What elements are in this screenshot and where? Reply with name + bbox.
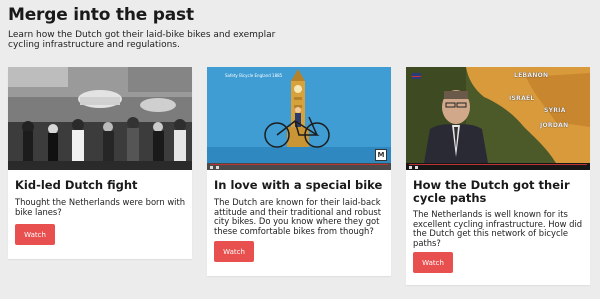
watch-button[interactable]: Watch [214,241,254,262]
poster-caption: Safety Bicycle England 1885 [225,73,283,78]
map-label: LEBANON [514,72,549,79]
watch-button[interactable]: Watch [413,252,453,273]
video-card-kid-led-dutch-fight: Kid-led Dutch fight Thought the Netherla… [8,67,192,259]
video-card-in-love-with-a-special-bike: Safety Bicycle England 1885 M In love wi… [207,67,391,276]
map-label: ISRAEL [509,95,535,102]
section-title: Merge into the past [8,5,194,25]
map-label: JORDAN [540,122,569,129]
card-title: How the Dutch got their cycle paths [413,178,570,205]
watch-button[interactable]: Watch [15,224,55,245]
video-thumbnail[interactable]: LEBANON ISRAEL SYRIA JORDAN [406,67,590,170]
historic-street-photo-icon [8,67,192,170]
card-description: Thought the Netherlands were born with b… [15,197,186,217]
video-card-how-the-dutch-got-their-cycle-paths: LEBANON ISRAEL SYRIA JORDAN How the Dutc… [406,67,590,285]
video-progress-bar[interactable] [406,163,590,170]
news-anchor-video-icon [406,67,590,170]
card-title: Kid-led Dutch fight [15,178,138,192]
channel-badge: M [375,149,387,161]
video-thumbnail[interactable]: Safety Bicycle England 1885 M [207,67,391,170]
map-label: SYRIA [544,107,566,114]
bicycle-illustration-icon [207,67,391,170]
video-thumbnail[interactable] [8,67,192,170]
card-description: The Dutch are known for their laid-back … [214,197,382,236]
section-intro: Learn how the Dutch got their laid-bike … [8,30,276,50]
card-description: The Netherlands is well known for its ex… [413,209,583,248]
video-progress-bar[interactable] [207,163,391,170]
card-title: In love with a special bike [214,178,383,192]
